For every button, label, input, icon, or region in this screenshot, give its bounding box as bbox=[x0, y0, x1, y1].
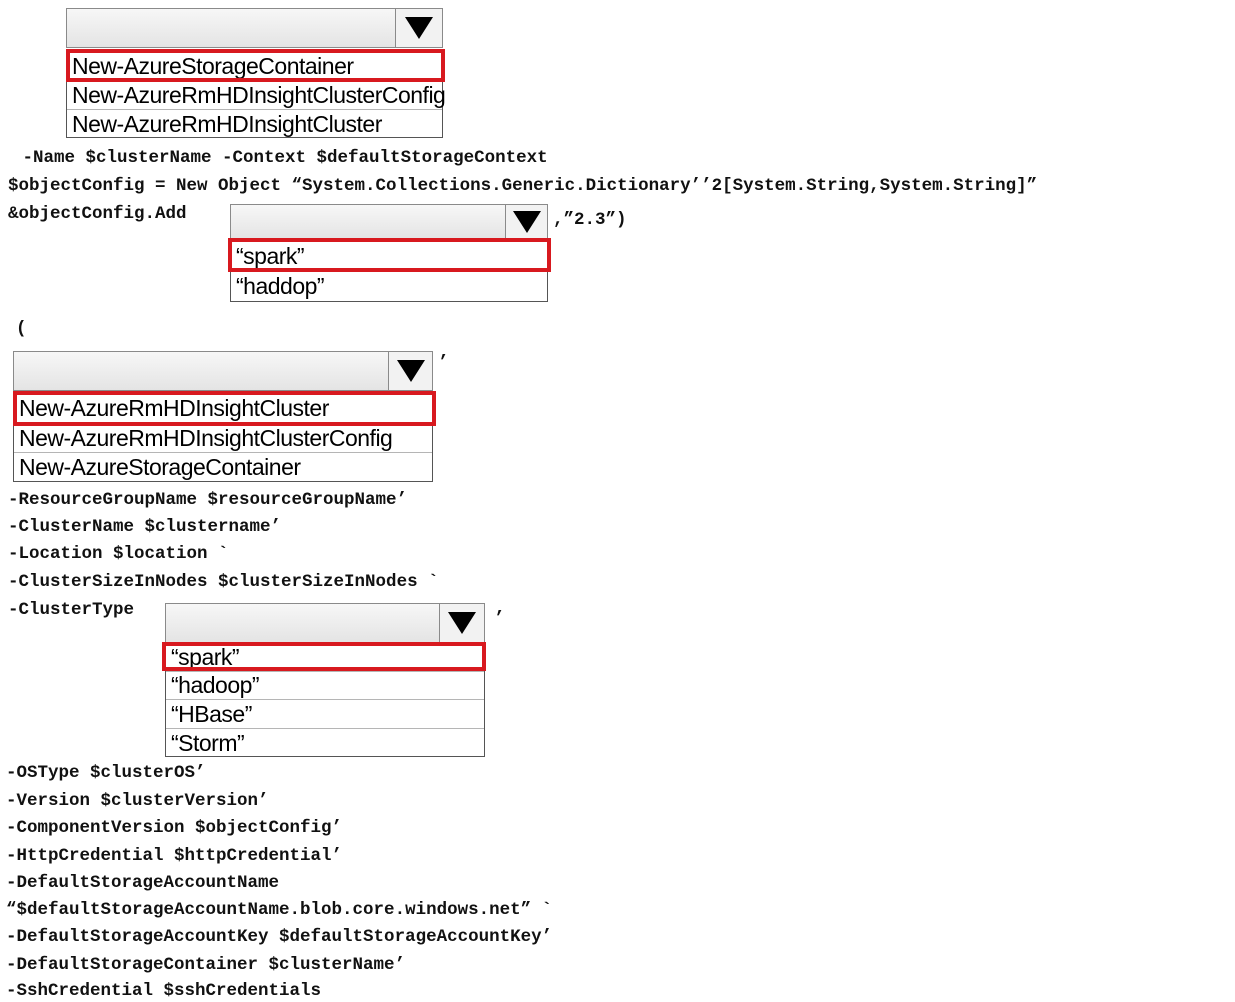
dropdown-4-option[interactable]: “spark” bbox=[166, 644, 484, 672]
dropdown-2-option[interactable]: “haddop” bbox=[231, 271, 547, 302]
chevron-down-icon bbox=[396, 360, 425, 382]
code-suffix: ’ bbox=[494, 609, 505, 629]
code-line: -Name $clusterName -Context $defaultStor… bbox=[12, 148, 548, 168]
dropdown-3-option[interactable]: New-AzureRmHDInsightClusterConfig bbox=[14, 424, 432, 453]
dropdown-4-options: “spark” “hadoop” “HBase” “Storm” bbox=[165, 643, 485, 757]
code-line: -OSType $clusterOS’ bbox=[6, 763, 206, 783]
code-line: -DefaultStorageAccountKey $defaultStorag… bbox=[6, 927, 553, 947]
dropdown-2[interactable] bbox=[230, 204, 548, 240]
dropdown-1-option[interactable]: New-AzureRmHDInsightCluster bbox=[67, 110, 442, 138]
code-line: -ClusterName $clustername’ bbox=[8, 517, 282, 537]
code-line: “$defaultStorageAccountName.blob.core.wi… bbox=[6, 900, 553, 920]
dropdown-3-toggle[interactable] bbox=[388, 352, 432, 390]
code-line: -Version $clusterVersion’ bbox=[6, 791, 269, 811]
dropdown-1-toggle[interactable] bbox=[395, 9, 442, 47]
dropdown-3-option[interactable]: New-AzureStorageContainer bbox=[14, 453, 432, 481]
code-line: -ClusterSizeInNodes $clusterSizeInNodes … bbox=[8, 572, 439, 592]
code-paren: ( bbox=[16, 319, 27, 339]
chevron-down-icon bbox=[405, 17, 433, 39]
code-line: -HttpCredential $httpCredential’ bbox=[6, 846, 343, 866]
dropdown-1-option[interactable]: New-AzureRmHDInsightClusterConfig bbox=[67, 81, 446, 110]
dropdown-2-options: “spark” “haddop” bbox=[230, 240, 548, 302]
code-line: -SshCredential $sshCredentials bbox=[6, 981, 322, 1001]
code-line: $objectConfig = New Object “System.Colle… bbox=[8, 176, 1038, 196]
code-line: -Location $location ` bbox=[8, 544, 229, 564]
dropdown-4-option[interactable]: “Storm” bbox=[166, 729, 484, 757]
dropdown-3[interactable] bbox=[13, 351, 433, 391]
dropdown-4[interactable] bbox=[165, 603, 485, 643]
code-suffix: ,”2.3”) bbox=[553, 210, 627, 230]
code-suffix: ’ bbox=[438, 353, 449, 373]
code-line: -ComponentVersion $objectConfig’ bbox=[6, 818, 343, 838]
code-line: -DefaultStorageContainer $clusterName’ bbox=[6, 955, 406, 975]
chevron-down-icon bbox=[512, 211, 541, 233]
code-line: -DefaultStorageAccountName bbox=[6, 873, 280, 893]
dropdown-1-option[interactable]: New-AzureStorageContainer bbox=[67, 52, 442, 81]
dropdown-3-options: New-AzureRmHDInsightCluster New-AzureRmH… bbox=[13, 392, 433, 482]
dropdown-1[interactable] bbox=[66, 8, 443, 48]
code-line: &objectConfig.Add bbox=[8, 204, 187, 224]
code-line: -ClusterType bbox=[8, 600, 135, 620]
dropdown-4-toggle[interactable] bbox=[439, 604, 484, 642]
chevron-down-icon bbox=[448, 612, 476, 634]
dropdown-2-toggle[interactable] bbox=[505, 205, 547, 239]
dropdown-4-option[interactable]: “hadoop” bbox=[166, 672, 484, 700]
dropdown-1-options: New-AzureStorageContainer New-AzureRmHDI… bbox=[66, 50, 446, 138]
code-line: -ResourceGroupName $resourceGroupName’ bbox=[8, 490, 408, 510]
dropdown-2-option[interactable]: “spark” bbox=[231, 241, 547, 271]
dropdown-4-option[interactable]: “HBase” bbox=[166, 700, 484, 729]
dropdown-3-option[interactable]: New-AzureRmHDInsightCluster bbox=[14, 394, 432, 424]
